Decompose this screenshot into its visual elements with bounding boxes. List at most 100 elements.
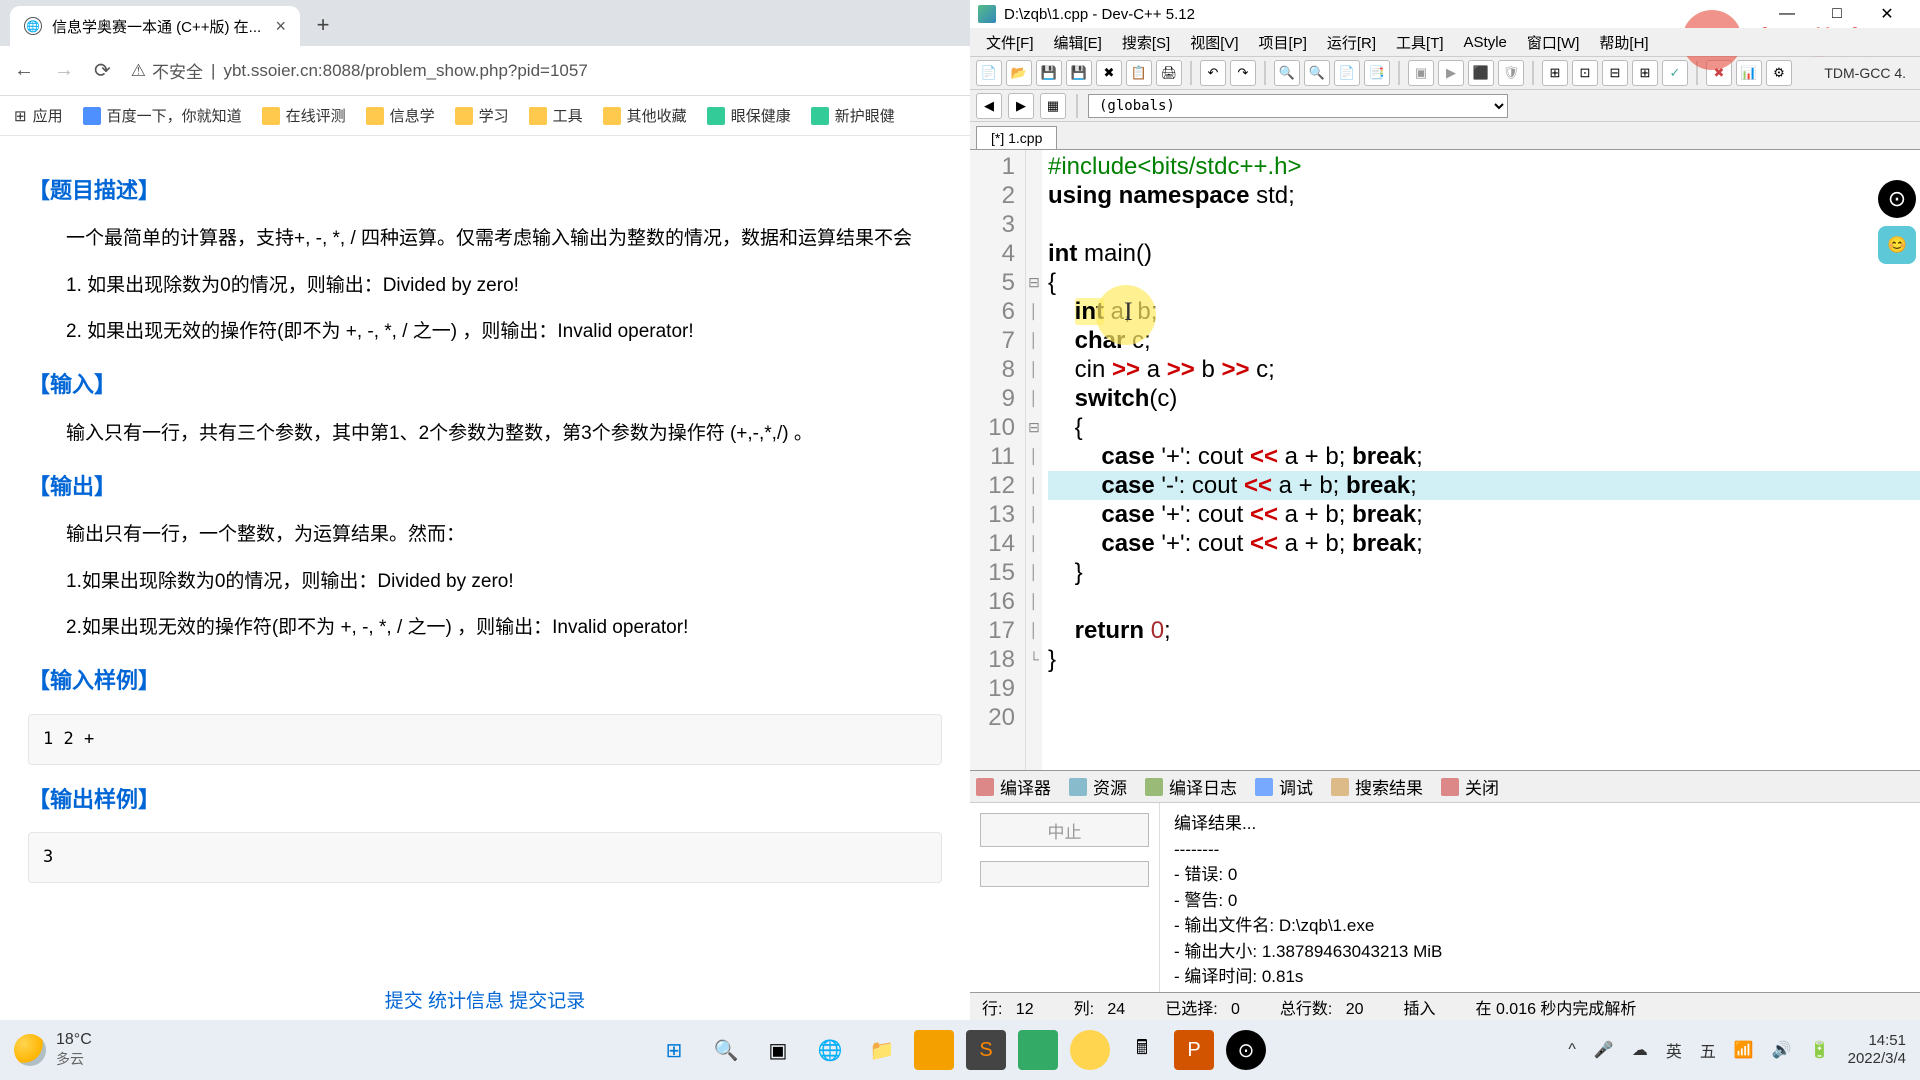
ime-lang[interactable]: 英 xyxy=(1666,1038,1682,1062)
app-icon[interactable]: ⊙ xyxy=(1226,1030,1266,1070)
status-total: 总行数: 20 xyxy=(1280,995,1364,1019)
save-icon[interactable]: 💾 xyxy=(1036,60,1062,86)
menu-file[interactable]: 文件[F] xyxy=(976,32,1044,53)
tab-debug[interactable]: 调试 xyxy=(1255,774,1313,799)
toggle-icon[interactable]: ▦ xyxy=(1040,93,1066,119)
new-file-icon[interactable]: 📄 xyxy=(976,60,1002,86)
weather-widget[interactable]: 18°C 多云 xyxy=(14,1031,92,1069)
start-button[interactable]: ⊞ xyxy=(654,1030,694,1070)
mic-icon[interactable]: 🎤 xyxy=(1594,1040,1614,1060)
volume-icon[interactable]: 🔊 xyxy=(1772,1040,1792,1060)
status-selected: 已选择: 0 xyxy=(1165,995,1240,1019)
compile-run-icon[interactable]: ⬛ xyxy=(1468,60,1494,86)
folder-icon xyxy=(455,107,473,125)
goto-icon[interactable]: 📄 xyxy=(1334,60,1360,86)
replace-icon[interactable]: 🔍 xyxy=(1304,60,1330,86)
bookmark-item[interactable]: 信息学 xyxy=(366,105,435,126)
devcpp-icon[interactable] xyxy=(1018,1030,1058,1070)
profile-icon[interactable]: ⊟ xyxy=(1602,60,1628,86)
save-all-icon[interactable]: 💾 xyxy=(1066,60,1092,86)
bookmark-item[interactable]: 在线评测 xyxy=(262,105,346,126)
bookmark-item[interactable]: 眼保健康 xyxy=(707,105,791,126)
baidu-icon xyxy=(83,107,101,125)
run-icon[interactable]: ▶ xyxy=(1438,60,1464,86)
nav-bar: ← → ⟳ ⚠ 不安全 | ybt.ssoier.cn:8088/problem… xyxy=(0,46,970,96)
tab-compiler[interactable]: 编译器 xyxy=(976,774,1051,799)
menu-view[interactable]: 视图[V] xyxy=(1180,32,1248,53)
explorer-icon[interactable]: 📁 xyxy=(862,1030,902,1070)
menu-astyle[interactable]: AStyle xyxy=(1454,34,1517,51)
menu-search[interactable]: 搜索[S] xyxy=(1112,32,1180,53)
tab-search-results[interactable]: 搜索结果 xyxy=(1331,774,1423,799)
address-bar[interactable]: ⚠ 不安全 | ybt.ssoier.cn:8088/problem_show.… xyxy=(131,58,956,83)
menu-project[interactable]: 项目[P] xyxy=(1249,32,1317,53)
bookmark-item[interactable]: 工具 xyxy=(529,105,583,126)
undo-icon[interactable]: ↶ xyxy=(1200,60,1226,86)
redo-icon[interactable]: ↷ xyxy=(1230,60,1256,86)
task-view-button[interactable]: ▣ xyxy=(758,1030,798,1070)
globals-dropdown[interactable]: (globals) xyxy=(1088,94,1508,118)
stop-debug-icon[interactable]: ⊡ xyxy=(1572,60,1598,86)
debug-icon xyxy=(1255,778,1273,796)
tab-compile-log[interactable]: 编译日志 xyxy=(1145,774,1237,799)
code-area[interactable]: I #include<bits/stdc++.h> using namespac… xyxy=(1042,150,1920,770)
bookmark-icon[interactable]: 📑 xyxy=(1364,60,1390,86)
menu-run[interactable]: 运行[R] xyxy=(1317,32,1386,53)
submit-links[interactable]: 提交 统计信息 提交记录 xyxy=(0,986,970,1018)
app-icon[interactable] xyxy=(1070,1030,1110,1070)
powerpoint-icon[interactable]: P xyxy=(1174,1030,1214,1070)
close-icon[interactable]: × xyxy=(275,16,286,37)
compile-icon[interactable]: ▣ xyxy=(1408,60,1434,86)
stop-button[interactable]: 中止 xyxy=(980,813,1149,847)
github-icon[interactable]: ⊙ xyxy=(1878,180,1916,218)
grid-icon[interactable]: ⊞ xyxy=(1632,60,1658,86)
bookmark-item[interactable]: 百度一下，你就知道 xyxy=(83,105,242,126)
rebuild-icon[interactable]: 🛡 xyxy=(1498,60,1524,86)
search-button[interactable]: 🔍 xyxy=(706,1030,746,1070)
menu-help[interactable]: 帮助[H] xyxy=(1589,32,1658,53)
section-sample-out-title: 【输出样例】 xyxy=(28,781,942,818)
menu-window[interactable]: 窗口[W] xyxy=(1517,32,1590,53)
menu-tools[interactable]: 工具[T] xyxy=(1386,32,1454,53)
system-tray: ^ 🎤 ☁ 英 五 📶 🔊 🔋 14:51 2022/3/4 xyxy=(1568,1032,1906,1068)
forward-button[interactable]: → xyxy=(54,59,74,82)
calc-icon[interactable]: 🖩 xyxy=(1122,1030,1162,1070)
clock[interactable]: 14:51 2022/3/4 xyxy=(1848,1032,1906,1068)
open-file-icon[interactable]: 📂 xyxy=(1006,60,1032,86)
find-icon[interactable]: 🔍 xyxy=(1274,60,1300,86)
back-button[interactable]: ← xyxy=(14,59,34,82)
onedrive-icon[interactable]: ☁ xyxy=(1632,1040,1648,1060)
new-tab-button[interactable]: + xyxy=(306,8,340,42)
tab-close[interactable]: 关闭 xyxy=(1441,774,1499,799)
tab-strip: 🌐 信息学奥赛一本通 (C++版) 在... × + xyxy=(0,0,970,46)
browser-tab[interactable]: 🌐 信息学奥赛一本通 (C++版) 在... × xyxy=(10,6,300,46)
ime-mode[interactable]: 五 xyxy=(1700,1038,1716,1062)
debug-icon[interactable]: ⊞ xyxy=(1542,60,1568,86)
file-tabs: [*] 1.cpp xyxy=(970,122,1920,150)
bookmark-item[interactable]: ⊞应用 xyxy=(14,105,63,126)
chevron-up-icon[interactable]: ^ xyxy=(1568,1041,1576,1059)
reload-button[interactable]: ⟳ xyxy=(94,58,111,83)
file-tab[interactable]: [*] 1.cpp xyxy=(976,126,1057,149)
tab-resources[interactable]: 资源 xyxy=(1069,774,1127,799)
sublime-icon[interactable]: S xyxy=(966,1030,1006,1070)
print-icon[interactable]: 🖨 xyxy=(1156,60,1182,86)
back-nav-icon[interactable]: ◀ xyxy=(976,93,1002,119)
bookmark-item[interactable]: 新护眼健 xyxy=(811,105,895,126)
bookmark-item[interactable]: 学习 xyxy=(455,105,509,126)
copy-icon[interactable]: 📋 xyxy=(1126,60,1152,86)
assist-icon[interactable]: 😊 xyxy=(1878,226,1916,264)
compile-panel: 中止 编译结果... -------- - 错误: 0 - 警告: 0 - 输出… xyxy=(970,802,1920,992)
close-file-icon[interactable]: ✖ xyxy=(1096,60,1122,86)
wifi-icon[interactable]: 📶 xyxy=(1734,1040,1754,1060)
eye-icon xyxy=(707,107,725,125)
battery-icon[interactable]: 🔋 xyxy=(1810,1040,1830,1060)
menu-edit[interactable]: 编辑[E] xyxy=(1044,32,1112,53)
bookmark-item[interactable]: 其他收藏 xyxy=(603,105,687,126)
chrome-icon[interactable]: 🌐 xyxy=(810,1030,850,1070)
forward-nav-icon[interactable]: ▶ xyxy=(1008,93,1034,119)
app-icon[interactable] xyxy=(914,1030,954,1070)
separator xyxy=(1264,61,1266,85)
code-editor[interactable]: 1234567891011121314151617181920 ⊟││││⊟││… xyxy=(970,150,1920,770)
status-line: 行: 12 xyxy=(982,995,1034,1019)
